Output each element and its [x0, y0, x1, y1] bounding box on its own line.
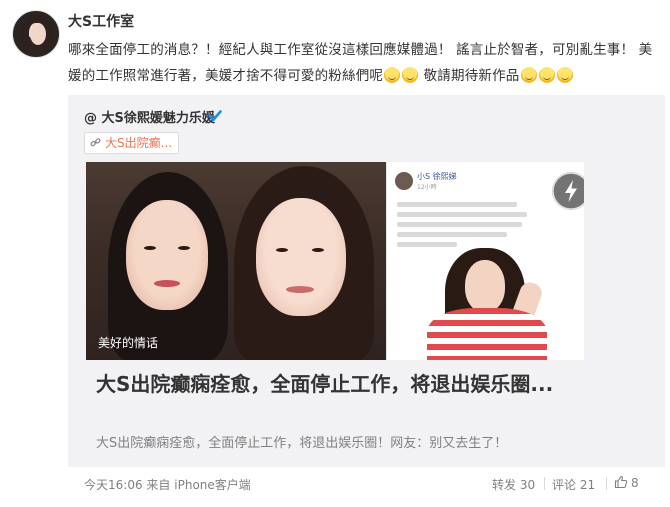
fb-text-line	[397, 202, 517, 207]
person-face-left	[126, 200, 208, 310]
action-bar: 转发 30 评论 21 8	[492, 475, 652, 493]
verified-icon	[208, 110, 222, 122]
divider	[544, 477, 545, 490]
fb-avatar	[395, 172, 413, 190]
fb-name: 小S 徐熙娣	[417, 172, 457, 181]
post-meta: 今天16:06 来自 iPhone客户端	[84, 476, 251, 493]
post-time-link[interactable]: 今天16:06	[84, 478, 143, 492]
fb-text-line	[397, 222, 522, 227]
girl-face	[465, 260, 505, 312]
fb-text-line	[397, 232, 507, 237]
eye	[144, 246, 156, 250]
fb-text-line	[397, 212, 527, 217]
forwarded-author-link[interactable]: @ 大S徐熙媛魅力乐媛	[84, 107, 215, 126]
eye	[312, 248, 324, 252]
eye	[276, 248, 288, 252]
shy-emoji-icon	[538, 67, 555, 83]
forwarded-post-card: @ 大S徐熙媛魅力乐媛 大S出院癫... 美好的情话 小S 徐熙娣 12小時 大…	[68, 95, 665, 467]
shy-emoji-icon	[556, 67, 573, 83]
topic-tag-label: 大S出院癫...	[105, 136, 173, 150]
smile-emoji-icon	[384, 67, 401, 83]
post-text: 哪來全面停工的消息？！經紀人與工作室從沒這樣回應媒體過！ 謠言止於智者，可別亂生…	[68, 37, 663, 89]
lips	[154, 280, 180, 287]
person-face-right	[256, 198, 346, 316]
comment-button[interactable]: 评论 21	[552, 476, 595, 493]
article-summary: 大S出院癫痫痊愈，全面停止工作，将退出娱乐圈！网友：别又去生了！	[96, 436, 508, 451]
avatar[interactable]	[12, 10, 60, 58]
topic-tag[interactable]: 大S出院癫...	[84, 132, 180, 154]
username[interactable]: 大S工作室	[68, 11, 134, 31]
link-preview-image[interactable]: 美好的情话 小S 徐熙娣 12小時	[86, 162, 584, 360]
from-label: 来自	[146, 478, 171, 492]
avatar-face	[30, 23, 46, 45]
thumbs-up-icon[interactable]	[614, 475, 628, 489]
article-title[interactable]: 大S出院癫痫痊愈，全面停止工作，将退出娱乐圈...	[96, 370, 566, 398]
like-count[interactable]: 8	[631, 476, 639, 490]
divider	[606, 477, 607, 490]
client-link[interactable]: iPhone客户端	[174, 478, 251, 492]
photo-caption: 美好的情话	[98, 336, 159, 350]
fb-text-line	[397, 242, 457, 247]
smile-emoji-icon	[402, 67, 419, 83]
weibo-post: 大S工作室 哪來全面停工的消息？！經紀人與工作室從沒這樣回應媒體過！ 謠言止於智…	[0, 0, 670, 507]
lightning-icon[interactable]	[552, 172, 584, 210]
fb-meta: 12小時	[417, 184, 437, 191]
girl-shirt	[427, 308, 547, 360]
preview-photo: 美好的情话	[86, 162, 386, 360]
post-text-tail: 敬請期待新作品	[419, 68, 520, 84]
link-icon	[90, 138, 101, 147]
lips	[286, 286, 314, 293]
repost-button[interactable]: 转发 30	[492, 476, 535, 493]
eye	[178, 246, 190, 250]
shy-emoji-icon	[520, 67, 537, 83]
